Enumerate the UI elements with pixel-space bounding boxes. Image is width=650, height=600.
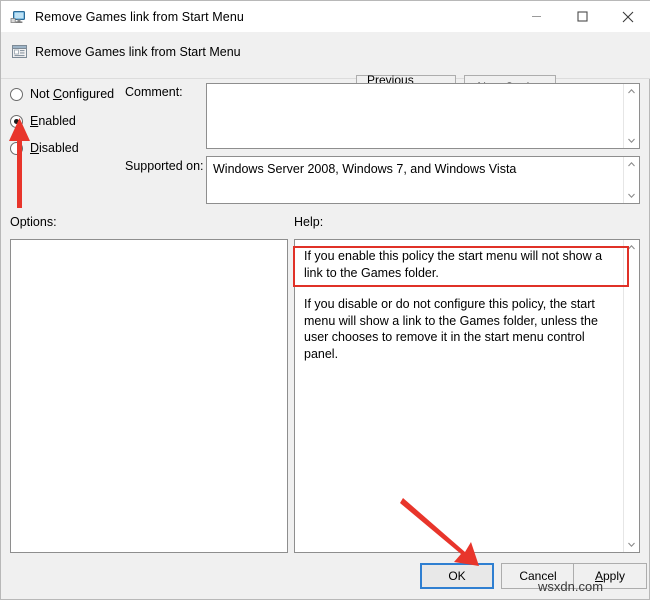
chevron-up-icon[interactable] [627, 160, 636, 169]
ok-button[interactable]: OK [420, 563, 494, 589]
radio-disabled-mark [10, 141, 23, 155]
chevron-down-icon[interactable] [627, 136, 636, 145]
title-bar: Remove Games link from Start Menu [1, 1, 650, 32]
help-panel: If you enable this policy the start menu… [294, 239, 640, 553]
maximize-icon[interactable] [559, 1, 605, 32]
options-panel[interactable] [10, 239, 288, 553]
chevron-up-icon[interactable] [627, 87, 636, 96]
radio-not-configured-label: Not Configured [30, 87, 115, 101]
setting-title: Remove Games link from Start Menu [35, 45, 241, 59]
policy-setting-icon [11, 43, 28, 60]
group-policy-setting-dialog: Remove Games link from Start Menu Remove… [0, 0, 650, 600]
radio-disabled-label: Disabled [30, 141, 79, 155]
chevron-down-icon[interactable] [627, 540, 636, 549]
watermark: wsxdn.com [538, 579, 604, 594]
radio-not-configured[interactable]: Not Configured [10, 85, 114, 103]
radio-disabled[interactable]: Disabled [10, 139, 79, 157]
options-label: Options: [10, 215, 57, 229]
radio-enabled[interactable]: Enabled [10, 112, 76, 130]
radio-not-configured-mark [10, 87, 23, 101]
chevron-up-icon[interactable] [627, 243, 636, 252]
supported-on-value: Windows Server 2008, Windows 7, and Wind… [213, 162, 517, 176]
radio-enabled-label: Enabled [30, 114, 76, 128]
supported-on-field[interactable]: Windows Server 2008, Windows 7, and Wind… [206, 156, 640, 204]
help-content: If you enable this policy the start menu… [295, 240, 623, 552]
setting-header: Remove Games link from Start Menu Previo… [1, 32, 650, 101]
comment-field[interactable] [206, 83, 640, 149]
help-first-paragraph: If you enable this policy the start menu… [304, 249, 603, 280]
window-title: Remove Games link from Start Menu [35, 9, 244, 24]
help-scrollbar[interactable] [623, 240, 639, 552]
supported-on-label: Supported on: [125, 159, 204, 173]
close-icon[interactable] [605, 1, 650, 32]
help-label: Help: [294, 215, 324, 229]
help-second-paragraph: If you disable or do not configure this … [304, 297, 598, 361]
monitor-policy-icon [10, 9, 26, 25]
comment-scrollbar[interactable] [623, 84, 639, 148]
comment-label: Comment: [125, 85, 183, 99]
supported-on-scrollbar[interactable] [623, 157, 639, 203]
minimize-icon[interactable] [513, 1, 559, 32]
radio-enabled-mark [10, 114, 23, 128]
window-controls [513, 1, 650, 32]
ok-button-label: OK [448, 569, 466, 583]
comment-input[interactable] [207, 84, 623, 148]
chevron-down-icon[interactable] [627, 191, 636, 200]
